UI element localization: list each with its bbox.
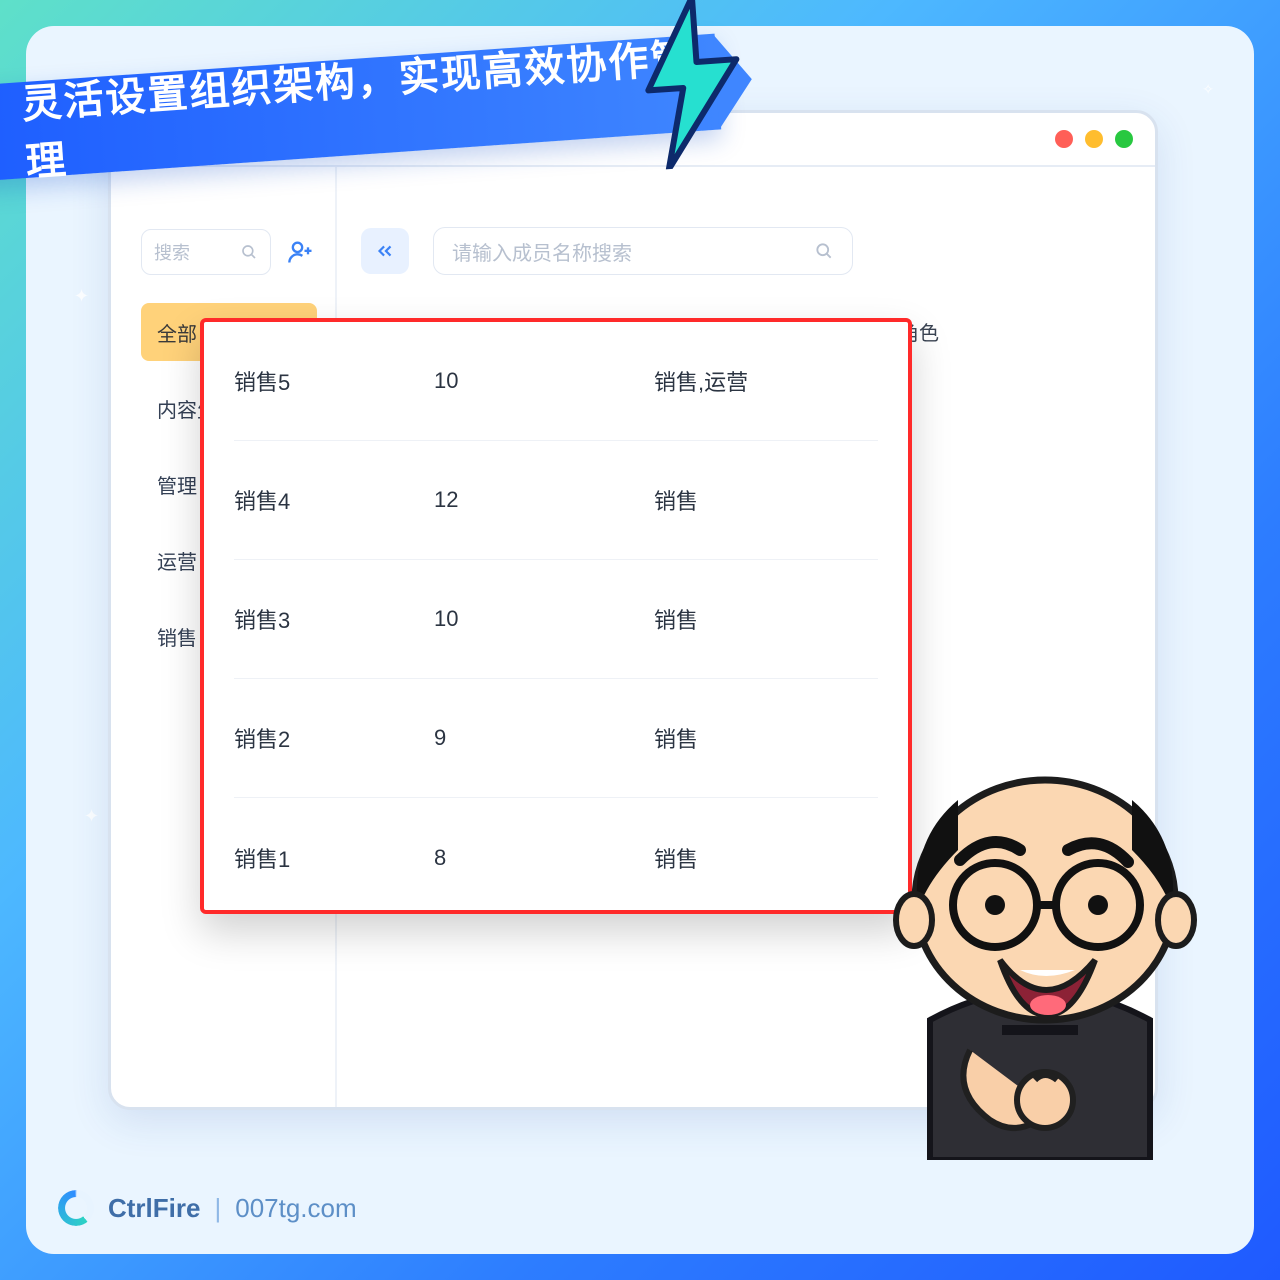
brand-logo-icon: [58, 1190, 94, 1226]
cell-role: 销售: [654, 842, 878, 874]
cell-role: 销售: [654, 603, 878, 635]
cell-windows: 10: [434, 606, 654, 632]
sidebar-item-label: 全部: [157, 318, 197, 347]
sidebar-search-input[interactable]: 搜索: [141, 229, 271, 275]
table-row[interactable]: 销售5 10 销售,运营: [234, 322, 878, 441]
cell-name: 销售2: [234, 722, 434, 754]
sidebar-item-label: 销售: [157, 622, 197, 651]
sidebar-item-label: 运营: [157, 546, 197, 575]
cell-role: 销售,运营: [654, 365, 878, 397]
cell-windows: 10: [434, 368, 654, 394]
member-search-input[interactable]: 请输入成员名称搜索: [433, 227, 853, 275]
window-close-icon[interactable]: [1055, 130, 1073, 148]
mascot-illustration: [870, 720, 1210, 1160]
cell-name: 销售5: [234, 365, 434, 397]
sparkle-icon: ✦: [84, 806, 99, 827]
cell-name: 销售3: [234, 603, 434, 635]
search-icon: [240, 243, 258, 261]
member-table-highlight: 销售5 10 销售,运营 销售4 12 销售 销售3 10 销售 销售2 9 销…: [200, 318, 912, 914]
lightning-icon: [622, 0, 754, 172]
add-user-button[interactable]: [285, 236, 317, 268]
sidebar-search-placeholder: 搜索: [154, 239, 190, 265]
brand-site: 007tg.com: [235, 1193, 356, 1224]
brand-name: CtrlFire: [108, 1193, 200, 1224]
search-icon: [814, 241, 834, 261]
sparkle-icon: ✦: [74, 286, 89, 307]
table-row[interactable]: 销售3 10 销售: [234, 560, 878, 679]
cell-windows: 12: [434, 487, 654, 513]
cell-role: 销售: [654, 484, 878, 516]
window-minimize-icon[interactable]: [1085, 130, 1103, 148]
cell-windows: 8: [434, 845, 654, 871]
cell-name: 销售1: [234, 842, 434, 874]
table-row[interactable]: 销售1 8 销售: [234, 798, 878, 917]
member-search-placeholder: 请输入成员名称搜索: [452, 237, 632, 266]
table-row[interactable]: 销售2 9 销售: [234, 679, 878, 798]
separator: |: [214, 1193, 221, 1224]
cell-windows: 9: [434, 725, 654, 751]
footer-brand: CtrlFire | 007tg.com: [58, 1190, 357, 1226]
collapse-sidebar-button[interactable]: [361, 228, 409, 274]
window-zoom-icon[interactable]: [1115, 130, 1133, 148]
table-row[interactable]: 销售4 12 销售: [234, 441, 878, 560]
cell-name: 销售4: [234, 484, 434, 516]
cell-role: 销售: [654, 722, 878, 754]
sidebar-item-label: 管理: [157, 470, 197, 499]
col-role: 角色: [899, 317, 1121, 346]
sparkle-icon: ✧: [1202, 81, 1214, 98]
